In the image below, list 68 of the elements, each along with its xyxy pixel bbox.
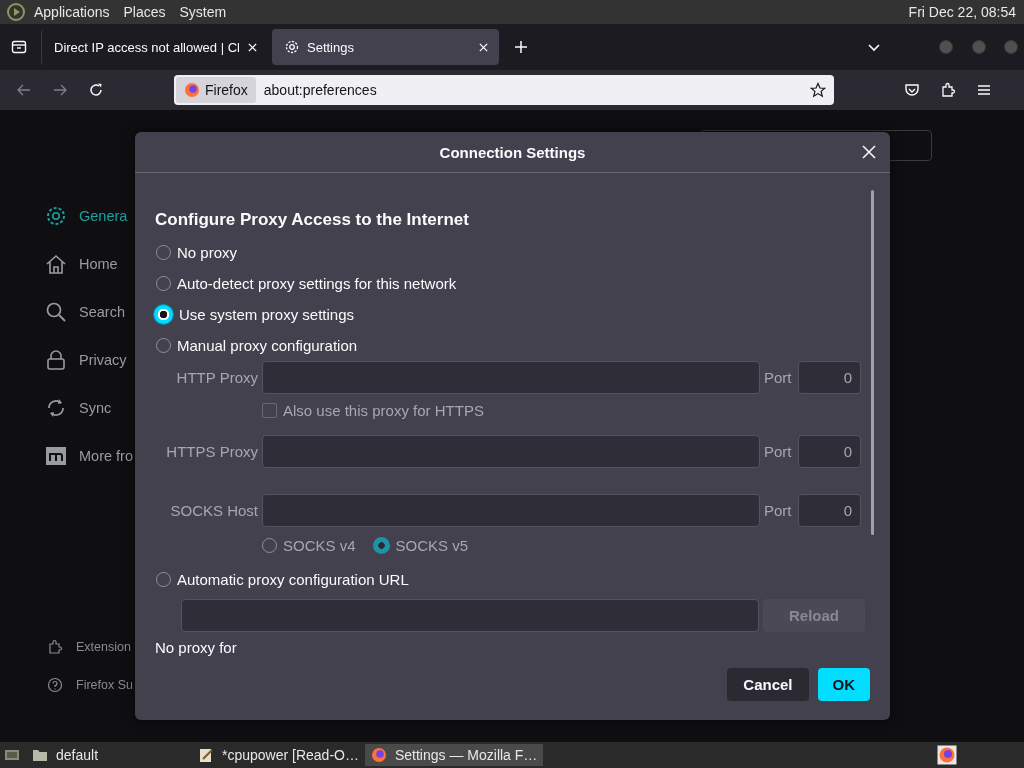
reload-icon[interactable]	[88, 82, 104, 98]
proxy-option[interactable]: Manual proxy configuration	[155, 330, 865, 361]
proxy-option[interactable]: Auto-detect proxy settings for this network	[155, 268, 865, 299]
taskbar-button[interactable]: default	[26, 744, 192, 766]
proxy-label: SOCKS Host	[169, 502, 259, 519]
search-icon	[45, 301, 67, 323]
section-heading: Configure Proxy Access to the Internet	[155, 210, 470, 231]
puzzle-icon	[47, 639, 63, 655]
tab-title: Settings	[307, 39, 355, 55]
port-label: Port	[763, 443, 793, 460]
browser-logo-icon	[370, 747, 387, 763]
gear-icon	[284, 39, 300, 55]
pac-url-field[interactable]	[181, 599, 759, 632]
port-label: Port	[763, 369, 793, 386]
address-bar[interactable]: Firefox about:preferences	[174, 75, 834, 105]
sidebar-item[interactable]: Genera	[45, 192, 135, 240]
proxy-label: HTTPS Proxy	[165, 443, 259, 460]
identity-chip[interactable]: Firefox	[176, 77, 256, 103]
home-icon	[45, 253, 67, 275]
sidebar-link[interactable]: Firefox Su	[47, 666, 135, 704]
dialog-title: Connection Settings	[439, 143, 586, 161]
sidebar-item[interactable]: Sync	[45, 384, 135, 432]
proxy-option[interactable]: Automatic proxy configuration URL	[155, 564, 865, 595]
gear-icon	[45, 205, 67, 227]
proxy-label: HTTP Proxy	[175, 369, 259, 386]
forward-icon[interactable]	[52, 82, 68, 98]
distro-logo-icon[interactable]	[6, 2, 26, 22]
back-icon[interactable]	[16, 82, 32, 98]
folder-icon	[32, 747, 48, 763]
panel-menu[interactable]: Applications	[34, 4, 110, 20]
proxy-option[interactable]: Use system proxy settings	[155, 299, 865, 330]
new-tab-icon[interactable]	[513, 39, 529, 55]
close-icon[interactable]	[478, 41, 489, 53]
help-icon	[47, 677, 63, 693]
puzzle-icon[interactable]	[940, 82, 956, 98]
port-label: Port	[763, 502, 793, 519]
tab-title: Direct IP access not allowed | Cl	[54, 39, 240, 55]
show-desktop-icon[interactable]	[4, 747, 20, 763]
text-editor-icon	[198, 747, 214, 763]
panel-menu[interactable]: System	[179, 4, 227, 20]
close-icon[interactable]	[862, 145, 876, 159]
taskbar-button[interactable]: *cpupower [Read-O…	[192, 744, 365, 766]
bookmark-star-icon[interactable]	[810, 82, 826, 98]
no-proxy-label: No proxy for	[155, 639, 238, 658]
pocket-icon[interactable]	[904, 82, 920, 98]
sidebar-link[interactable]: Extension	[47, 628, 135, 666]
sidebar-item[interactable]: Search	[45, 288, 135, 336]
close-icon[interactable]	[247, 41, 258, 53]
m-logo-icon	[45, 445, 67, 467]
browser-logo-icon	[184, 82, 200, 98]
browser-tab[interactable]: Settings	[272, 29, 499, 65]
clock[interactable]: Fri Dec 22, 08:54	[908, 4, 1016, 20]
sidebar-item[interactable]: Home	[45, 240, 135, 288]
ok-button[interactable]: OK	[817, 668, 870, 701]
tab-list-icon[interactable]	[11, 39, 27, 55]
firefox-tray-icon[interactable]	[937, 745, 957, 765]
url-text: about:preferences	[263, 82, 378, 98]
scrollbar[interactable]	[871, 190, 874, 535]
sidebar-item[interactable]: Privacy	[45, 336, 135, 384]
sync-icon	[45, 397, 67, 419]
lock-icon	[45, 349, 67, 371]
browser-tab[interactable]: Direct IP access not allowed | Cl	[41, 29, 268, 65]
sidebar-item[interactable]: More fro	[45, 432, 135, 480]
panel-menu[interactable]: Places	[123, 4, 166, 20]
menu-icon[interactable]	[976, 82, 992, 98]
cancel-button[interactable]: Cancel	[727, 668, 809, 701]
proxy-option[interactable]: No proxy	[155, 237, 865, 268]
taskbar-button[interactable]: Settings — Mozilla F…	[364, 744, 544, 766]
